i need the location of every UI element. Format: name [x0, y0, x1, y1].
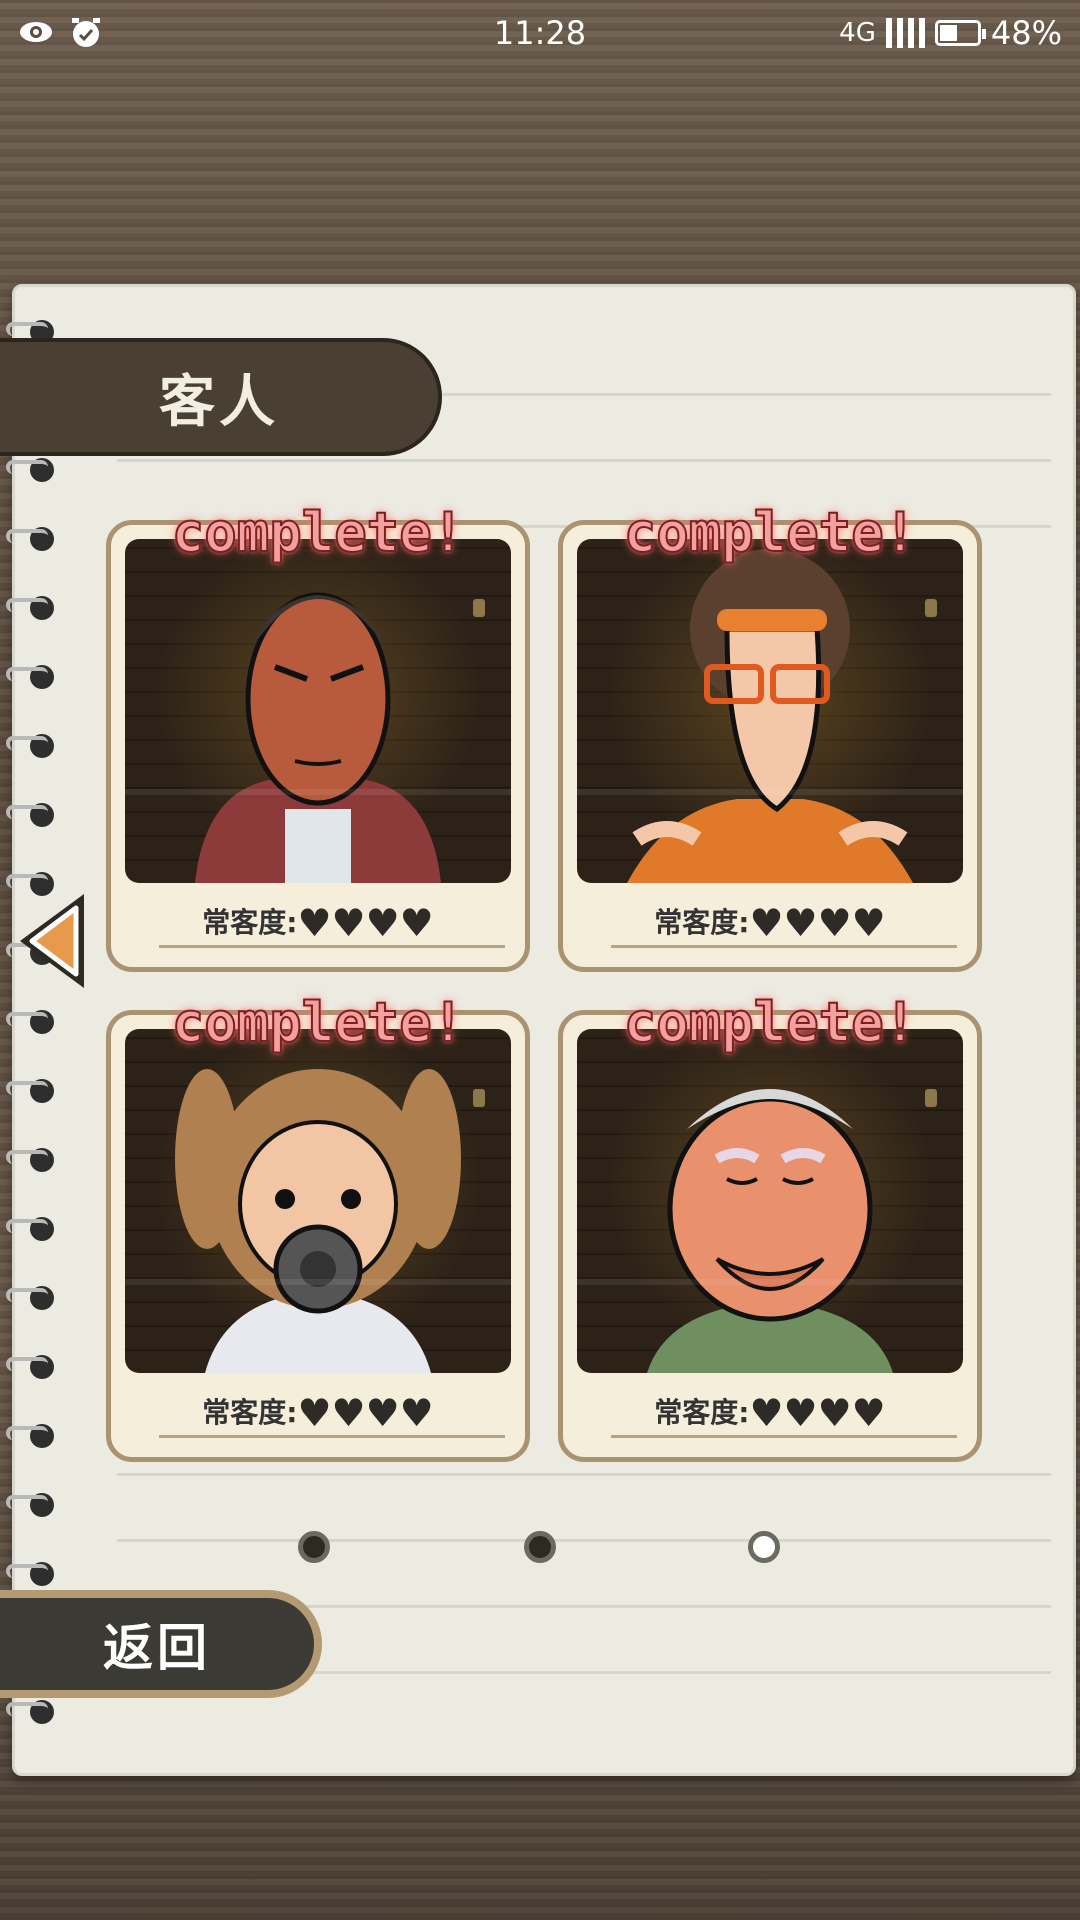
binding-ring [6, 1213, 54, 1241]
heart-icon: ♥ [365, 901, 400, 945]
complete-badge: complete! [171, 990, 466, 1055]
hearts-rating: ♥♥♥♥ [297, 1391, 433, 1435]
binding-ring [6, 523, 54, 551]
underline [159, 1435, 505, 1438]
binding-ring [6, 1144, 54, 1172]
binding-ring [6, 592, 54, 620]
character-illustration [195, 592, 441, 883]
regular-level: 常客度:♥♥♥♥ [563, 1391, 977, 1435]
heart-icon: ♥ [783, 1391, 818, 1435]
binding-ring [6, 799, 54, 827]
hearts-rating: ♥♥♥♥ [297, 901, 433, 945]
regular-label: 常客度: [654, 1396, 750, 1429]
underline [611, 945, 957, 948]
character-illustration [627, 549, 913, 883]
binding-ring [6, 1489, 54, 1517]
complete-badge: complete! [623, 500, 918, 565]
character-illustration [647, 1089, 893, 1373]
network-type: 4G [839, 18, 876, 48]
battery-percent: 48% [990, 14, 1062, 52]
binding-ring [6, 1696, 54, 1724]
complete-badge: complete! [623, 990, 918, 1055]
heart-icon: ♥ [749, 901, 784, 945]
customer-card[interactable]: complete! 常客度:♥♥♥♥ [558, 990, 982, 1462]
heart-icon: ♥ [365, 1391, 400, 1435]
status-bar: 11:28 4G 48% [0, 0, 1080, 66]
customer-card[interactable]: complete! 常客度:♥♥♥♥ [558, 500, 982, 972]
heart-icon: ♥ [817, 901, 852, 945]
battery-icon [934, 20, 986, 46]
binding-ring [6, 1006, 54, 1034]
customer-card[interactable]: complete! 常客度:♥♥♥♥ [106, 990, 530, 1462]
heart-icon: ♥ [399, 901, 434, 945]
customer-portrait [125, 1029, 511, 1373]
customer-card[interactable]: complete! 常客度:♥♥♥♥ [106, 500, 530, 972]
binding-ring [6, 1351, 54, 1379]
heart-icon: ♥ [749, 1391, 784, 1435]
heart-icon: ♥ [851, 901, 886, 945]
heart-icon: ♥ [817, 1391, 852, 1435]
binding-ring [6, 1075, 54, 1103]
customer-portrait [577, 539, 963, 883]
binding-ring [6, 730, 54, 758]
underline [611, 1435, 957, 1438]
status-right: 4G 48% [839, 14, 1062, 52]
heart-icon: ♥ [851, 1391, 886, 1435]
page-dot[interactable] [524, 1531, 556, 1563]
heart-icon: ♥ [297, 901, 332, 945]
heart-icon: ♥ [399, 1391, 434, 1435]
page-dot[interactable] [748, 1531, 780, 1563]
binding-ring [6, 454, 54, 482]
character-illustration [175, 1069, 461, 1373]
prev-page-arrow-icon[interactable] [10, 888, 90, 994]
regular-label: 常客度: [202, 906, 298, 939]
binding-ring [6, 1558, 54, 1586]
binding-ring [6, 1282, 54, 1310]
heart-icon: ♥ [783, 901, 818, 945]
signal-icon [885, 18, 925, 48]
page-dot[interactable] [298, 1531, 330, 1563]
regular-level: 常客度:♥♥♥♥ [111, 901, 525, 945]
page-title-tab: 客人 [0, 338, 442, 456]
hearts-rating: ♥♥♥♥ [749, 901, 885, 945]
ruled-line [117, 1473, 1051, 1476]
heart-icon: ♥ [331, 901, 366, 945]
regular-label: 常客度: [202, 1396, 298, 1429]
ruled-line [117, 1539, 1051, 1542]
heart-icon: ♥ [331, 1391, 366, 1435]
binding-ring [6, 1420, 54, 1448]
underline [159, 945, 505, 948]
regular-level: 常客度:♥♥♥♥ [563, 901, 977, 945]
customer-portrait [577, 1029, 963, 1373]
customer-portrait [125, 539, 511, 883]
hearts-rating: ♥♥♥♥ [749, 1391, 885, 1435]
regular-label: 常客度: [654, 906, 750, 939]
regular-level: 常客度:♥♥♥♥ [111, 1391, 525, 1435]
back-button[interactable]: 返回 [0, 1590, 322, 1698]
ruled-line [117, 459, 1051, 462]
heart-icon: ♥ [297, 1391, 332, 1435]
binding-ring [6, 661, 54, 689]
complete-badge: complete! [171, 500, 466, 565]
